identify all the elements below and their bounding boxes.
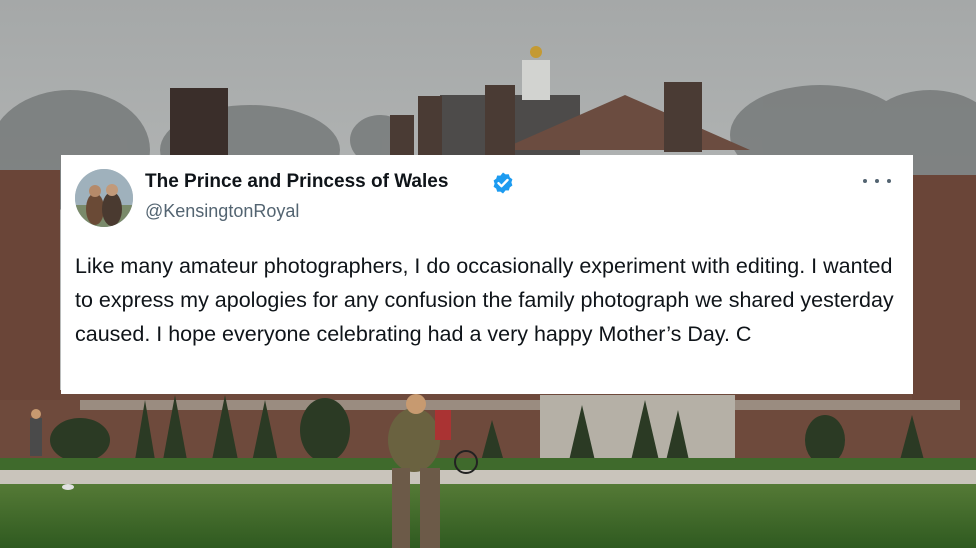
author-name[interactable]: The Prince and Princess of Wales [145, 171, 448, 193]
more-horizontal-icon [887, 179, 891, 183]
pedestrian-left [30, 409, 42, 456]
more-horizontal-icon [863, 179, 867, 183]
author-handle[interactable]: @KensingtonRoyal [145, 201, 299, 222]
avatar-photo-icon [75, 169, 133, 227]
verified-badge-icon [493, 172, 513, 194]
avatar[interactable] [75, 169, 133, 227]
more-options-button[interactable] [863, 171, 891, 191]
tweet-text: Like many amateur photographers, I do oc… [75, 254, 894, 346]
more-horizontal-icon [875, 179, 879, 183]
tweet-card[interactable]: The Prince and Princess of Wales @Kensin… [61, 155, 913, 394]
